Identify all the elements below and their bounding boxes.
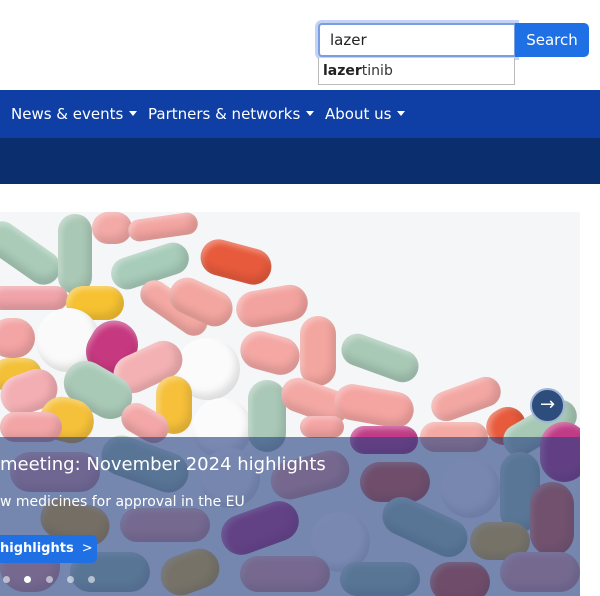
search-button[interactable]: Search <box>515 23 589 57</box>
carousel-dot-5[interactable] <box>88 576 95 583</box>
nav-item-label: Partners & networks <box>148 105 301 123</box>
nav-item-about-us[interactable]: About us <box>325 90 406 138</box>
arrow-right-icon: → <box>539 394 556 415</box>
chevron-right-icon: > <box>81 541 93 556</box>
secondary-navigation-bar <box>0 138 600 184</box>
search-input[interactable] <box>318 23 516 57</box>
carousel-dot-1[interactable] <box>3 576 10 583</box>
carousel-next-button[interactable]: → <box>530 388 565 423</box>
suggestion-rest: tinib <box>361 63 393 79</box>
hero-subtitle: w medicines for approval in the EU <box>0 494 245 510</box>
autocomplete-suggestion[interactable]: lazertinib <box>318 58 515 85</box>
carousel-dot-2[interactable] <box>24 576 31 583</box>
carousel-dot-3[interactable] <box>46 576 53 583</box>
caret-down-icon <box>306 111 315 116</box>
carousel-dot-4[interactable] <box>67 576 74 583</box>
nav-item-news-events[interactable]: News & events <box>11 90 138 138</box>
hero-title: meeting: November 2024 highlights <box>0 454 326 475</box>
hero-cta-button[interactable]: highlights > <box>0 535 97 563</box>
nav-item-label: News & events <box>11 105 124 123</box>
caret-down-icon <box>129 111 138 116</box>
main-navigation: News & events Partners & networks About … <box>0 90 600 138</box>
nav-item-label: About us <box>325 105 392 123</box>
hero-cta-label: highlights <box>0 541 74 556</box>
nav-item-partners-networks[interactable]: Partners & networks <box>148 90 315 138</box>
caret-down-icon <box>397 111 406 116</box>
page: Search lazertinib News & events Partners… <box>0 0 600 596</box>
suggestion-match: lazer <box>323 63 362 79</box>
